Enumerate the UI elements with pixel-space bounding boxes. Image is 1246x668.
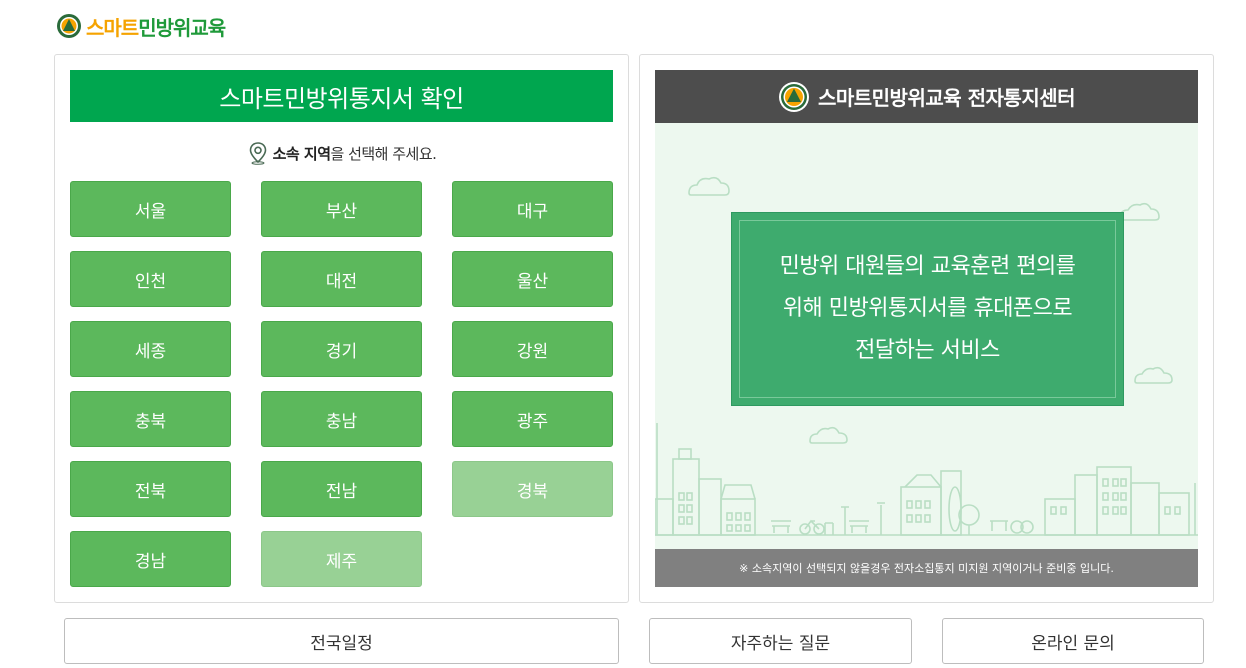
region-button[interactable]: 대구: [452, 181, 613, 237]
region-button[interactable]: 인천: [70, 251, 231, 307]
region-button[interactable]: 울산: [452, 251, 613, 307]
region-button[interactable]: 충북: [70, 391, 231, 447]
service-message-frame: 민방위 대원들의 교육훈련 편의를 위해 민방위통지서를 휴대폰으로 전달하는 …: [739, 220, 1116, 398]
region-prompt: 소속 지역을 선택해 주세요.: [55, 141, 628, 165]
region-button[interactable]: 전북: [70, 461, 231, 517]
notice-check-panel: 스마트민방위통지서 확인 소속 지역을 선택해 주세요. 서울 부산 대구인천 대전 울…: [54, 54, 629, 603]
service-illustration: 민방위 대원들의 교육훈련 편의를 위해 민방위통지서를 휴대폰으로 전달하는 …: [655, 123, 1198, 549]
cloud-icon: [688, 176, 730, 196]
online-inquiry-button[interactable]: 온라인 문의: [942, 618, 1204, 664]
e-notice-center-title: 스마트민방위교육 전자통지센터: [817, 86, 1076, 110]
region-button[interactable]: 제주: [261, 531, 422, 587]
region-button[interactable]: 세종: [70, 321, 231, 377]
site-logo[interactable]: 스마트민방위교육: [56, 11, 226, 41]
service-message-box: 민방위 대원들의 교육훈련 편의를 위해 민방위통지서를 휴대폰으로 전달하는 …: [731, 212, 1124, 406]
cloud-icon: [1119, 202, 1160, 221]
region-button[interactable]: 대전: [261, 251, 422, 307]
region-button[interactable]: 전남: [261, 461, 422, 517]
logo-text: 스마트민방위교육: [86, 12, 226, 41]
national-schedule-button[interactable]: 전국일정: [64, 618, 619, 664]
location-pin-icon: [249, 142, 266, 165]
service-message-line: 위해 민방위통지서를 휴대폰으로: [782, 296, 1073, 321]
cloud-icon: [1134, 366, 1173, 384]
notice-check-title: 스마트민방위통지서 확인: [70, 70, 613, 122]
civil-defense-logo-icon: [778, 81, 809, 112]
region-prompt-bold: 소속 지역: [272, 144, 331, 163]
region-button[interactable]: 경기: [261, 321, 422, 377]
cloud-icon: [809, 426, 848, 444]
civil-defense-logo-icon: [57, 14, 81, 38]
region-button[interactable]: 광주: [452, 391, 613, 447]
region-prompt-rest: 을 선택해 주세요.: [330, 144, 437, 163]
e-notice-center-panel: 스마트민방위교육 전자통지센터 민방위 대원들의 교육훈련 편의를 위해 민방위…: [639, 54, 1214, 603]
region-button[interactable]: 서울: [70, 181, 231, 237]
region-button[interactable]: 경남: [70, 531, 231, 587]
service-message: 민방위 대원들의 교육훈련 편의를 위해 민방위통지서를 휴대폰으로 전달하는 …: [780, 246, 1076, 372]
logo-text-green: 민방위교육: [138, 15, 226, 40]
e-notice-center-header: 스마트민방위교육 전자통지센터: [655, 70, 1198, 123]
region-button[interactable]: 충남: [261, 391, 422, 447]
region-button[interactable]: 강원: [452, 321, 613, 377]
region-notice: ※ 소속지역이 선택되지 않을경우 전자소집통지 미지원 지역이거나 준비중 입…: [655, 549, 1198, 587]
service-message-line: 민방위 대원들의 교육훈련 편의를: [779, 254, 1076, 279]
logo-text-yellow: 스마트: [86, 15, 139, 40]
service-message-line: 전달하는 서비스: [855, 338, 1000, 363]
region-button[interactable]: 경북: [452, 461, 613, 517]
faq-button[interactable]: 자주하는 질문: [649, 618, 912, 664]
region-button[interactable]: 부산: [261, 181, 422, 237]
